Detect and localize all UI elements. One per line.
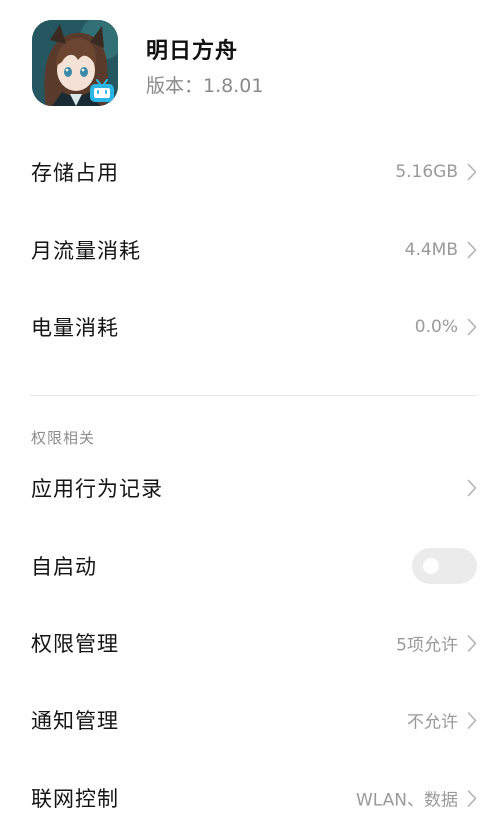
network-control-row[interactable]: 联网控制 WLAN、数据 — [0, 768, 503, 828]
notification-management-row[interactable]: 通知管理 不允许 — [0, 690, 503, 750]
autostart-toggle[interactable] — [412, 548, 477, 584]
row-label: 电量消耗 — [31, 316, 119, 340]
row-value: 5项允许 — [396, 635, 458, 656]
app-behavior-log-row[interactable]: 应用行为记录 — [0, 458, 503, 518]
storage-usage-row[interactable]: 存储占用 5.16GB — [0, 142, 503, 202]
row-value: 0.0% — [414, 317, 458, 337]
chevron-right-icon — [467, 634, 477, 652]
row-value: 5.16GB — [395, 162, 458, 182]
toggle-knob — [423, 558, 439, 574]
row-label: 自启动 — [31, 555, 97, 579]
row-value: 4.4MB — [404, 240, 458, 260]
chevron-right-icon — [467, 241, 477, 259]
app-header: 明日方舟 版本：1.8.01 — [0, 0, 503, 125]
row-label: 联网控制 — [31, 787, 119, 811]
row-value: 不允许 — [407, 712, 458, 733]
app-name: 明日方舟 — [146, 39, 239, 64]
chevron-right-icon — [467, 711, 477, 729]
chevron-right-icon — [467, 318, 477, 336]
app-version: 版本：1.8.01 — [146, 75, 264, 97]
app-icon — [32, 20, 118, 106]
battery-usage-row[interactable]: 电量消耗 0.0% — [0, 297, 503, 357]
row-value: WLAN、数据 — [355, 790, 458, 811]
row-label: 通知管理 — [31, 709, 119, 733]
permission-management-row[interactable]: 权限管理 5项允许 — [0, 613, 503, 673]
chevron-right-icon — [467, 163, 477, 181]
row-label: 权限管理 — [31, 632, 119, 656]
row-label: 存储占用 — [31, 161, 119, 185]
autostart-row: 自启动 — [0, 536, 503, 596]
permissions-section-title: 权限相关 — [31, 429, 96, 447]
bilibili-tv-icon — [90, 79, 114, 102]
monthly-data-usage-row[interactable]: 月流量消耗 4.4MB — [0, 220, 503, 280]
chevron-right-icon — [467, 479, 477, 497]
chevron-right-icon — [467, 789, 477, 807]
row-label: 应用行为记录 — [31, 477, 163, 501]
row-label: 月流量消耗 — [31, 239, 141, 263]
section-divider — [30, 395, 477, 396]
